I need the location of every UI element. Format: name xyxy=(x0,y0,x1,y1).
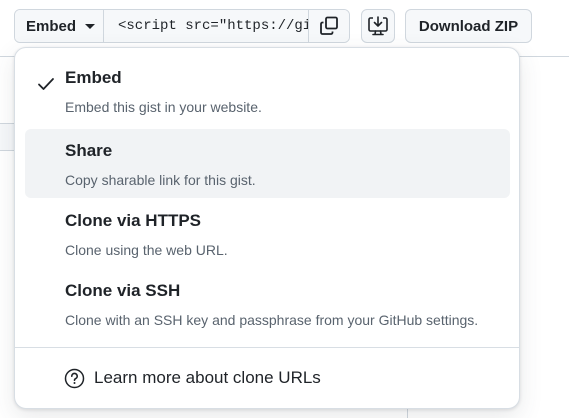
menu-item-description: Copy sharable link for this gist. xyxy=(65,172,256,188)
menu-item-share[interactable]: Share Copy sharable link for this gist. xyxy=(25,129,510,198)
clone-url-group: Embed xyxy=(14,9,350,43)
menu-divider xyxy=(15,347,519,348)
menu-item-embed[interactable]: Embed Embed this gist in your website. xyxy=(25,56,510,125)
menu-item-title: Share xyxy=(65,141,113,160)
open-with-desktop-button[interactable] xyxy=(361,9,395,43)
triangle-down-icon xyxy=(85,24,96,29)
desktop-download-icon xyxy=(368,16,388,36)
menu-item-clone-https[interactable]: Clone via HTTPS Clone using the web URL. xyxy=(25,199,510,268)
menu-item-description: Clone with an SSH key and passphrase fro… xyxy=(65,312,479,328)
embed-dropdown-label: Embed xyxy=(26,17,77,35)
embed-type-dropdown-button[interactable]: Embed xyxy=(15,10,104,42)
clone-url-input[interactable] xyxy=(104,10,309,42)
menu-item-title: Clone via SSH xyxy=(65,281,181,300)
download-zip-button[interactable]: Download ZIP xyxy=(405,9,532,43)
copy-icon xyxy=(320,16,338,35)
learn-more-clone-urls-link[interactable]: Learn more about clone URLs xyxy=(25,358,510,398)
menu-item-description: Embed this gist in your website. xyxy=(65,99,262,115)
learn-more-label: Learn more about clone URLs xyxy=(94,368,321,387)
question-icon xyxy=(64,368,85,388)
copy-url-button[interactable] xyxy=(309,10,349,42)
menu-item-clone-ssh[interactable]: Clone via SSH Clone with an SSH key and … xyxy=(25,269,510,338)
menu-item-description: Clone using the web URL. xyxy=(65,242,228,258)
check-icon xyxy=(38,78,54,90)
clone-options-menu: Embed Embed this gist in your website. S… xyxy=(14,47,520,409)
menu-item-title: Clone via HTTPS xyxy=(65,211,202,230)
page-background-panel xyxy=(0,123,14,151)
menu-item-title: Embed xyxy=(65,68,122,87)
